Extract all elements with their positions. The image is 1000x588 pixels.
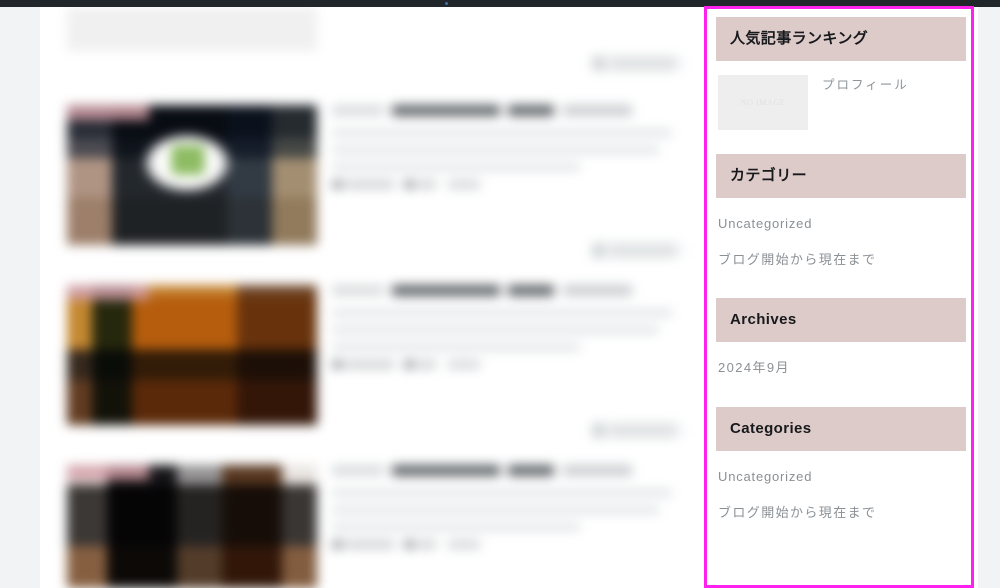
article-list-column[interactable]: [40, 7, 700, 588]
list-item: 2024年9月: [718, 350, 966, 386]
article-thumbnail[interactable]: [67, 105, 317, 245]
widget-title-popular-posts: 人気記事ランキング: [716, 17, 966, 61]
article-thumbnail[interactable]: [67, 465, 317, 588]
categories-link-blog-start-to-now[interactable]: ブログ開始から現在まで: [718, 495, 966, 531]
article-category-tag[interactable]: [67, 465, 149, 480]
widget-popular-posts: 人気記事ランキング NO IMAGE プロフィール: [704, 17, 978, 154]
article-thumbnail[interactable]: [67, 285, 317, 425]
widget-body-category-jp: Uncategorized ブログ開始から現在まで: [704, 198, 978, 298]
read-more-button[interactable]: [592, 56, 684, 71]
article-meta: [332, 180, 480, 189]
list-item: ブログ開始から現在まで: [718, 495, 966, 531]
article-excerpt-line: [332, 129, 672, 137]
widget-title-category-jp: カテゴリー: [716, 154, 966, 198]
article-excerpt-line: [332, 489, 672, 497]
article-category-tag[interactable]: [67, 105, 149, 120]
article-excerpt-line: [332, 343, 580, 351]
categories-list: Uncategorized ブログ開始から現在まで: [718, 459, 966, 531]
ranking-item[interactable]: NO IMAGE プロフィール: [718, 75, 966, 130]
list-item: Uncategorized: [718, 459, 966, 495]
browser-viewport: 人気記事ランキング NO IMAGE プロフィール カテゴリー Uncatego…: [0, 0, 1000, 588]
archive-link-2024-09[interactable]: 2024年9月: [718, 350, 966, 386]
widget-title-categories: Categories: [716, 406, 966, 451]
read-more-button[interactable]: [592, 243, 684, 258]
widget-title-archives: Archives: [716, 298, 966, 343]
article-title[interactable]: [332, 465, 682, 476]
widget-categories: Categories Uncategorized ブログ開始から現在まで: [704, 406, 978, 547]
article-meta: [332, 360, 480, 369]
page-right-gutter: [978, 7, 1000, 588]
article-title[interactable]: [332, 105, 682, 116]
widget-body-popular-posts: NO IMAGE プロフィール: [704, 61, 978, 154]
widget-body-archives: 2024年9月: [704, 342, 978, 406]
list-item: ブログ開始から現在まで: [718, 242, 966, 278]
article-title[interactable]: [332, 285, 682, 296]
article-excerpt-line: [332, 163, 580, 171]
sidebar: 人気記事ランキング NO IMAGE プロフィール カテゴリー Uncatego…: [704, 7, 978, 588]
read-more-button[interactable]: [592, 423, 684, 438]
widget-body-categories: Uncategorized ブログ開始から現在まで: [704, 451, 978, 547]
widget-category-jp: カテゴリー Uncategorized ブログ開始から現在まで: [704, 154, 978, 298]
archives-list: 2024年9月: [718, 350, 966, 386]
ranking-item-title[interactable]: プロフィール: [822, 75, 909, 95]
article-excerpt-line: [332, 146, 659, 154]
page-left-gutter: [0, 7, 40, 588]
no-image-thumbnail: NO IMAGE: [718, 75, 808, 130]
article-excerpt-line: [332, 326, 659, 334]
article-text-block: [332, 105, 682, 189]
list-item: Uncategorized: [718, 206, 966, 242]
category-jp-list: Uncategorized ブログ開始から現在まで: [718, 206, 966, 278]
article-text-block: [332, 465, 682, 549]
widget-archives: Archives 2024年9月: [704, 298, 978, 406]
article-thumbnail[interactable]: [67, 7, 317, 51]
top-bar-indicator-dot: [445, 2, 448, 5]
category-link-blog-start-to-now[interactable]: ブログ開始から現在まで: [718, 242, 966, 278]
article-excerpt-line: [332, 309, 672, 317]
article-text-block: [332, 285, 682, 369]
article-excerpt-line: [332, 523, 580, 531]
category-link-uncategorized[interactable]: Uncategorized: [718, 206, 966, 242]
article-excerpt-line: [332, 506, 659, 514]
article-meta: [332, 540, 480, 549]
categories-link-uncategorized[interactable]: Uncategorized: [718, 459, 966, 495]
article-category-tag[interactable]: [67, 285, 149, 300]
browser-top-bar: [0, 0, 1000, 7]
